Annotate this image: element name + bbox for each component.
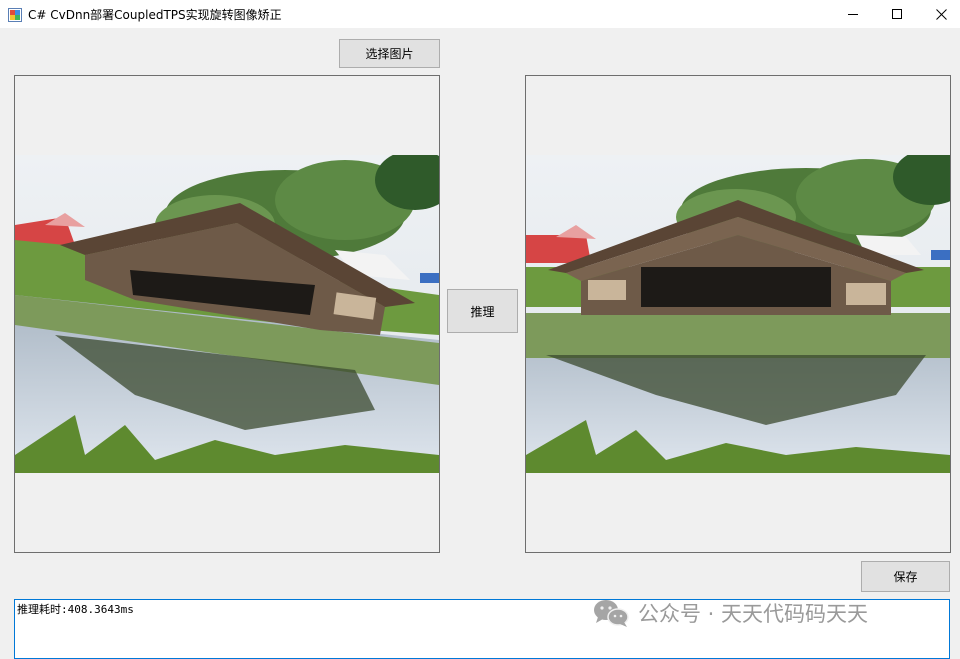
- wechat-icon: [594, 600, 629, 627]
- minimize-button[interactable]: [830, 0, 876, 28]
- inference-button[interactable]: 推理: [447, 289, 518, 333]
- close-button[interactable]: [918, 0, 960, 28]
- close-icon: [935, 8, 947, 20]
- output-picture-box: [525, 75, 951, 553]
- minimize-icon: [848, 14, 858, 15]
- input-image: [15, 155, 439, 473]
- inference-time-text: 推理耗时:408.3643ms: [17, 603, 134, 616]
- maximize-button[interactable]: [874, 0, 920, 28]
- maximize-icon: [892, 9, 902, 19]
- watermark: 公众号 · 天天代码码天天: [592, 598, 868, 628]
- title-bar[interactable]: C# CvDnn部署CoupledTPS实现旋转图像矫正: [0, 0, 960, 28]
- output-image: [526, 155, 950, 473]
- window-title: C# CvDnn部署CoupledTPS实现旋转图像矫正: [28, 8, 282, 22]
- app-icon: [8, 7, 22, 22]
- save-button[interactable]: 保存: [861, 561, 950, 592]
- input-picture-box: [14, 75, 440, 553]
- watermark-text: 公众号 · 天天代码码天天: [638, 602, 869, 626]
- select-image-button[interactable]: 选择图片: [339, 39, 440, 68]
